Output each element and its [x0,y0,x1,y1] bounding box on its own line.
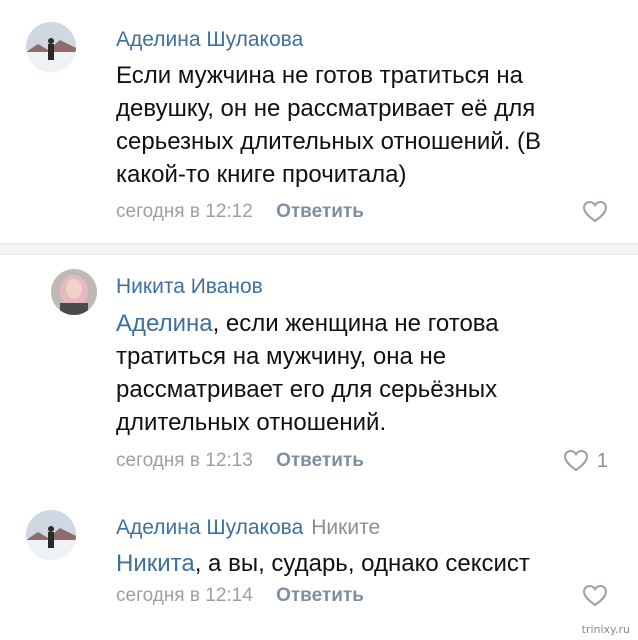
avatar-photo [26,510,76,560]
author-name[interactable]: Никита Иванов [116,275,263,298]
reply-button[interactable]: Ответить [276,450,364,471]
author-line: Аделина Шулакова Никите [116,516,380,540]
heart-outline-icon [563,449,588,472]
comment-text: Аделина, если женщина не готова тратитьс… [116,307,606,439]
comment-1: Аделина Шулакова Если мужчина не готов т… [0,0,638,245]
author-line: Аделина Шулакова [116,28,303,52]
timestamp: сегодня в 12:14 [116,585,253,606]
reply-button[interactable]: Ответить [276,201,364,222]
comment-meta: сегодня в 12:12 Ответить [116,201,364,223]
reply-button[interactable]: Ответить [276,585,364,606]
heart-outline-icon [582,200,608,223]
like-button[interactable] [582,200,608,224]
heart-outline-icon [582,584,608,607]
comment-meta: сегодня в 12:14 Ответить [116,585,364,607]
reply-to[interactable]: Никите [311,516,380,539]
timestamp: сегодня в 12:12 [116,201,253,222]
comment-body: , а вы, сударь, однако сексист [194,550,530,577]
comment-2: Никита Иванов Аделина, если женщина не г… [0,255,638,495]
like-count: 1 [596,449,608,472]
comment-text: Если мужчина не готов тратиться на девуш… [116,62,541,188]
mention-link[interactable]: Никита [116,550,195,577]
like-button[interactable] [582,584,608,608]
avatar-photo [51,269,97,315]
comment-meta: сегодня в 12:13 Ответить [116,450,364,472]
avatar-photo [26,22,76,72]
watermark: trinixy.ru [581,623,630,636]
author-line: Никита Иванов [116,275,263,299]
comment-text: Никита, а вы, сударь, однако сексист [116,547,606,580]
mention-link[interactable]: Аделина [116,310,213,337]
avatar[interactable] [26,510,76,560]
avatar[interactable] [51,269,97,315]
like-button[interactable]: 1 [563,449,608,473]
author-name[interactable]: Аделина Шулакова [116,516,303,539]
avatar[interactable] [26,22,76,72]
separator [0,243,638,255]
comment-3: Аделина Шулакова Никите Никита, а вы, суд… [0,500,638,640]
timestamp: сегодня в 12:13 [116,450,253,471]
author-name[interactable]: Аделина Шулакова [116,28,303,51]
